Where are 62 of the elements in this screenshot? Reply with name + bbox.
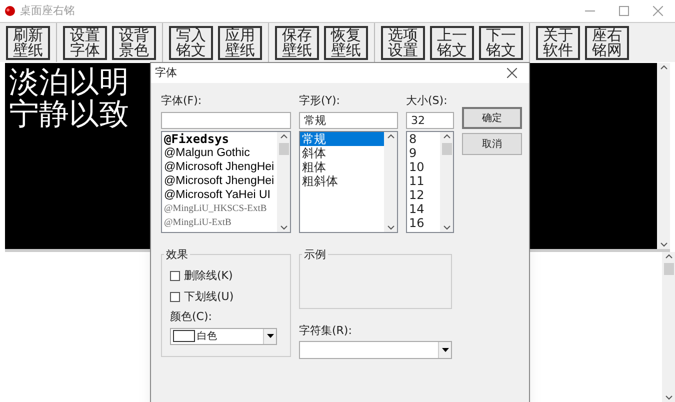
checkbox[interactable]: 删除线(K)	[170, 266, 282, 286]
scrollbar[interactable]	[384, 132, 397, 232]
list-item[interactable]: 粗体	[300, 160, 384, 174]
toolbar-button[interactable]: 刷新壁纸	[6, 26, 50, 60]
window-title: 桌面座右铭	[20, 2, 75, 19]
list-item[interactable]: 10	[407, 160, 440, 174]
close-icon[interactable]	[507, 68, 517, 78]
toolbar-button[interactable]: 座右铭网	[585, 26, 629, 60]
field-label: 字符集(R):	[299, 322, 353, 338]
toolbar-button[interactable]: 设置字体	[63, 26, 107, 60]
field-label: 字形(Y):	[299, 93, 342, 109]
scrollbar-thumb[interactable]	[278, 142, 288, 154]
group-title: 示例	[303, 246, 327, 262]
toolbar-button[interactable]: 上一铭文	[430, 26, 474, 60]
toolbar-button[interactable]: 选项设置	[381, 26, 425, 60]
list-item[interactable]: 9	[407, 146, 440, 160]
list-item[interactable]: 粗斜体	[300, 174, 384, 188]
list-item[interactable]: @Malgun Gothic	[162, 146, 277, 160]
list-item[interactable]: @Microsoft JhengHei	[162, 160, 277, 174]
toolbar-button[interactable]: 关于软件	[536, 26, 580, 60]
list-item[interactable]: 斜体	[300, 146, 384, 160]
checkbox-box[interactable]	[170, 271, 180, 281]
list-item[interactable]: 常规	[300, 132, 384, 146]
toolbar-button[interactable]: 设背景色	[112, 26, 156, 60]
color-dropdown[interactable]: 白色	[170, 328, 277, 344]
list-item[interactable]: @Microsoft YaHei UI	[162, 188, 277, 202]
list-item[interactable]: @MingLiU_HKSCS-ExtB	[162, 202, 277, 216]
scrollbar[interactable]	[662, 252, 675, 402]
dialog-title: 字体	[155, 64, 177, 81]
group-title: 效果	[165, 246, 189, 262]
field-label: 颜色(C):	[170, 309, 213, 325]
toolbar-button[interactable]: 写入铭文	[169, 26, 213, 60]
scrollbar[interactable]	[657, 63, 670, 249]
motto-line: 宁静以致	[9, 99, 129, 131]
font-name-field[interactable]	[161, 112, 291, 128]
motto-line: 淡泊以明	[9, 67, 129, 99]
scrollbar-thumb[interactable]	[664, 263, 674, 275]
list-item[interactable]: @Fixedsys	[162, 132, 277, 146]
scrollbar[interactable]	[277, 132, 290, 232]
font-size-field[interactable]: 32	[406, 112, 454, 128]
toolbar-button[interactable]: 恢复壁纸	[324, 26, 368, 60]
toolbar-button[interactable]: 下一铭文	[479, 26, 523, 60]
dialog-button[interactable]: 确定	[462, 107, 522, 129]
toolbar-button[interactable]: 应用壁纸	[218, 26, 262, 60]
list-item[interactable]: 14	[407, 202, 440, 216]
field-label: 字体(F):	[161, 93, 203, 109]
checkbox[interactable]: 下划线(U)	[170, 287, 282, 307]
app-icon	[4, 5, 16, 17]
font-style-field[interactable]: 常规	[299, 112, 398, 128]
list-item[interactable]: @Microsoft JhengHei	[162, 174, 277, 188]
list-item[interactable]: 12	[407, 188, 440, 202]
checkbox-box[interactable]	[170, 292, 180, 302]
field-label: 大小(S):	[406, 93, 448, 109]
list-item[interactable]: 16	[407, 216, 440, 230]
list-item[interactable]: 11	[407, 174, 440, 188]
list-item[interactable]: @MingLiU-ExtB	[162, 216, 277, 230]
scrollbar[interactable]	[440, 132, 453, 232]
list-item[interactable]: 8	[407, 132, 440, 146]
dialog-button[interactable]: 取消	[462, 133, 522, 155]
scrollbar-thumb[interactable]	[442, 142, 452, 154]
toolbar-button[interactable]: 保存壁纸	[275, 26, 319, 60]
maximize-icon[interactable]	[619, 6, 629, 16]
